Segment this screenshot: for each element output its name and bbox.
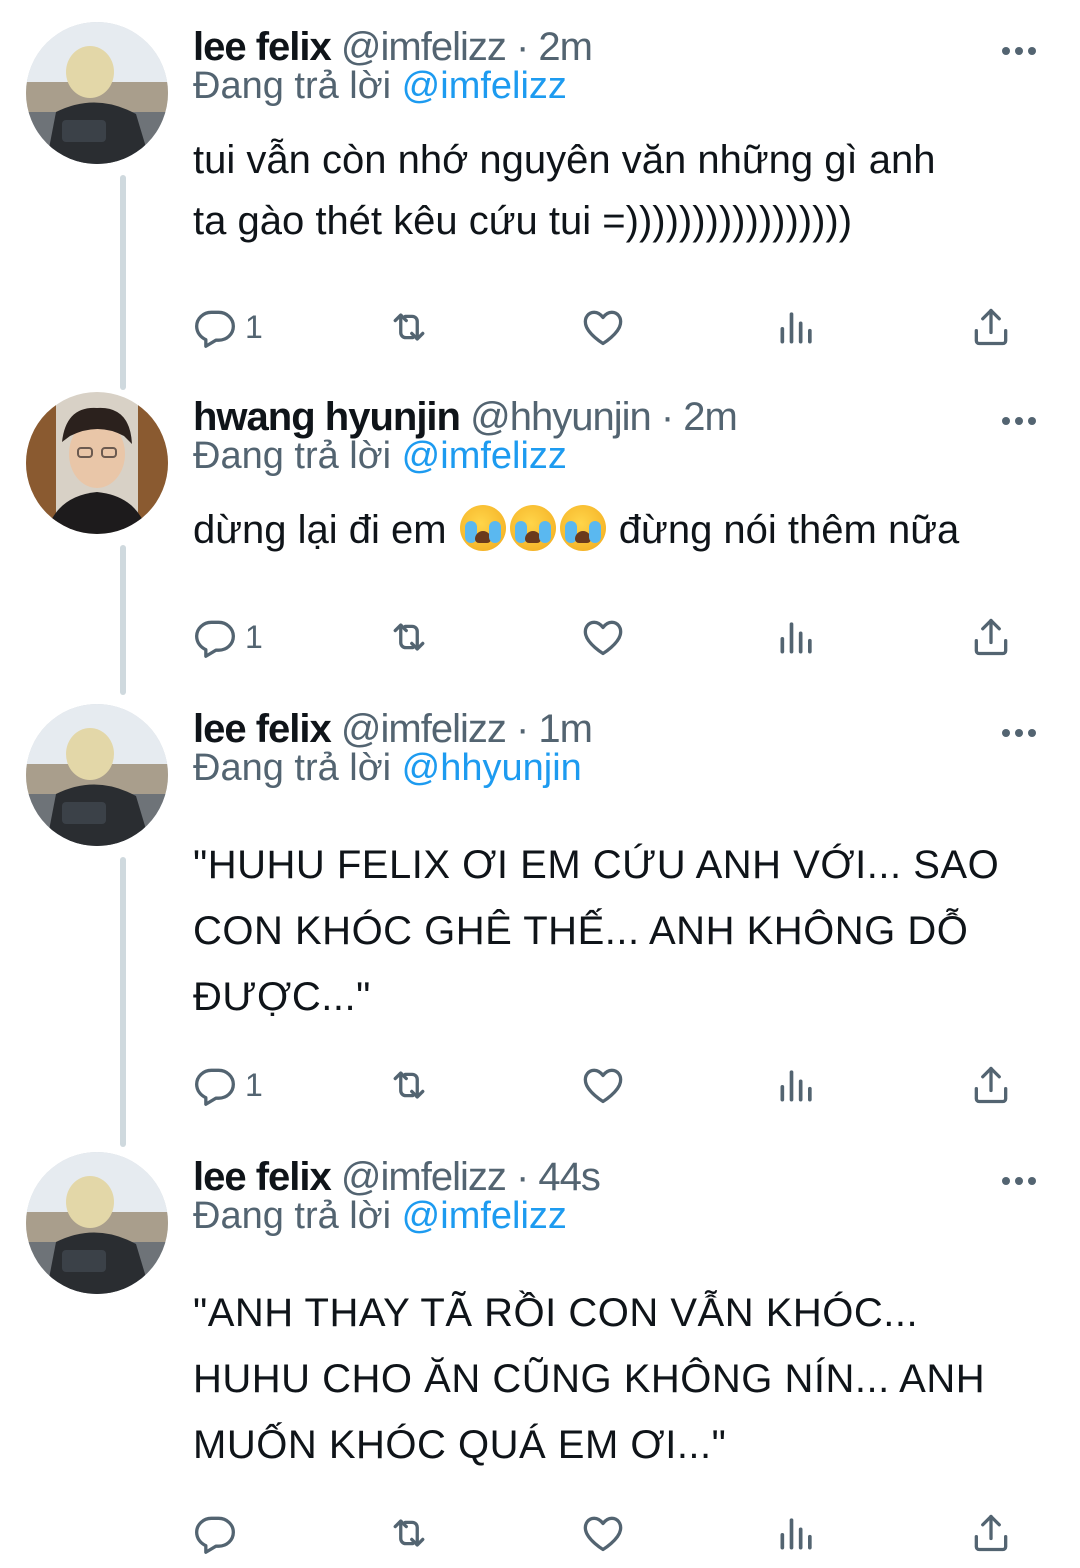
tweet[interactable]: lee felix @imfelizz · 2m Đang trả lời @i… <box>0 0 1080 390</box>
analytics-icon <box>775 1511 819 1555</box>
views-button[interactable] <box>775 302 819 352</box>
tweet-text: "HUHU FELIX ƠI EM CỨU ANH VỚI... SAO CON… <box>193 832 1013 1030</box>
avatar[interactable] <box>26 22 168 164</box>
share-button[interactable] <box>969 612 1013 662</box>
tweet-text: tui vẫn còn nhớ nguyên văn những gì anh … <box>193 130 1013 252</box>
views-button[interactable] <box>775 1060 819 1110</box>
retweet-button[interactable] <box>387 1060 431 1110</box>
share-button[interactable] <box>969 1060 1013 1110</box>
tweet[interactable]: lee felix @imfelizz · 44s Đang trả lời @… <box>0 1130 1080 1562</box>
mention-link[interactable]: @hhyunjin <box>402 747 582 789</box>
like-icon <box>581 615 625 659</box>
crying-face-emoji <box>509 505 556 551</box>
views-button[interactable] <box>775 612 819 662</box>
more-icon[interactable] <box>1001 400 1037 430</box>
mention-link[interactable]: @imfelizz <box>402 65 567 107</box>
reply-icon <box>193 1511 237 1555</box>
text-line: MUỐN KHÓC QUÁ EM ƠI..." <box>193 1423 727 1467</box>
text-segment: đừng nói thêm nữa <box>607 508 960 552</box>
like-button[interactable] <box>581 302 625 352</box>
text-line: "HUHU FELIX ƠI EM CỨU ANH VỚI... SAO <box>193 843 1000 887</box>
mention-link[interactable]: @imfelizz <box>402 435 567 477</box>
replying-to-line: Đang trả lời @hhyunjin <box>193 742 582 794</box>
reply-button[interactable]: 1 <box>193 612 263 662</box>
text-line: ĐƯỢC..." <box>193 975 371 1019</box>
avatar[interactable] <box>26 704 168 846</box>
like-icon <box>581 305 625 349</box>
tweet[interactable]: hwang hyunjin @hhyunjin · 2m Đang trả lờ… <box>0 370 1080 695</box>
retweet-button[interactable] <box>387 1508 431 1558</box>
reply-count: 1 <box>245 1066 263 1103</box>
text-segment: dừng lại đi em <box>193 508 458 552</box>
share-icon <box>969 615 1013 659</box>
views-button[interactable] <box>775 1508 819 1558</box>
more-icon[interactable] <box>1001 1160 1037 1190</box>
text-line: tui vẫn còn nhớ nguyên văn những gì anh <box>193 138 936 182</box>
like-icon <box>581 1511 625 1555</box>
mention-link[interactable]: @imfelizz <box>402 1195 567 1237</box>
like-button[interactable] <box>581 1508 625 1558</box>
action-bar: 1 <box>193 302 1033 362</box>
retweet-icon <box>387 615 431 659</box>
like-button[interactable] <box>581 612 625 662</box>
thread-line <box>120 545 126 695</box>
replying-to-line: Đang trả lời @imfelizz <box>193 60 567 112</box>
share-icon <box>969 305 1013 349</box>
share-icon <box>969 1511 1013 1555</box>
reply-icon <box>193 615 237 659</box>
share-button[interactable] <box>969 1508 1013 1558</box>
action-bar: 1 <box>193 1060 1033 1120</box>
avatar[interactable] <box>26 1152 168 1294</box>
replying-prefix: Đang trả lời <box>193 65 402 107</box>
reply-icon <box>193 1063 237 1107</box>
reply-button[interactable]: 1 <box>193 1060 263 1110</box>
conversation-thread: lee felix @imfelizz · 2m Đang trả lời @i… <box>0 0 1080 1562</box>
tweet-text: "ANH THAY TÃ RỒI CON VẪN KHÓC... HUHU CH… <box>193 1280 1013 1478</box>
retweet-icon <box>387 1063 431 1107</box>
share-button[interactable] <box>969 302 1013 352</box>
text-line: ta gào thét kêu cứu tui =)))))))))))))))… <box>193 199 853 243</box>
reply-count: 1 <box>245 618 263 655</box>
action-bar <box>193 1508 1033 1568</box>
reply-count: 1 <box>245 308 263 345</box>
avatar[interactable] <box>26 392 168 534</box>
reply-button[interactable]: 1 <box>193 302 263 352</box>
retweet-icon <box>387 1511 431 1555</box>
replying-to-line: Đang trả lời @imfelizz <box>193 1190 567 1242</box>
tweet[interactable]: lee felix @imfelizz · 1m Đang trả lời @h… <box>0 682 1080 1147</box>
more-icon[interactable] <box>1001 30 1037 60</box>
analytics-icon <box>775 305 819 349</box>
more-icon[interactable] <box>1001 712 1037 742</box>
analytics-icon <box>775 615 819 659</box>
crying-face-emoji <box>459 505 506 551</box>
reply-button[interactable] <box>193 1508 245 1558</box>
timestamp[interactable]: 2m <box>683 395 738 439</box>
share-icon <box>969 1063 1013 1107</box>
replying-prefix: Đang trả lời <box>193 747 402 789</box>
retweet-button[interactable] <box>387 302 431 352</box>
thread-line <box>120 175 126 390</box>
replying-to-line: Đang trả lời @imfelizz <box>193 430 567 482</box>
action-bar: 1 <box>193 612 1033 672</box>
like-button[interactable] <box>581 1060 625 1110</box>
text-line: HUHU CHO ĂN CŨNG KHÔNG NÍN... ANH <box>193 1357 986 1401</box>
like-icon <box>581 1063 625 1107</box>
separator-dot: · <box>650 395 684 439</box>
tweet-text: dừng lại đi em đừng nói thêm nữa <box>193 500 1013 561</box>
text-line: CON KHÓC GHÊ THẾ... ANH KHÔNG DỖ <box>193 909 969 953</box>
crying-face-emoji <box>559 505 606 551</box>
retweet-button[interactable] <box>387 612 431 662</box>
retweet-icon <box>387 305 431 349</box>
text-line: "ANH THAY TÃ RỒI CON VẪN KHÓC... <box>193 1291 919 1335</box>
replying-prefix: Đang trả lời <box>193 435 402 477</box>
replying-prefix: Đang trả lời <box>193 1195 402 1237</box>
thread-line <box>120 857 126 1147</box>
analytics-icon <box>775 1063 819 1107</box>
reply-icon <box>193 305 237 349</box>
